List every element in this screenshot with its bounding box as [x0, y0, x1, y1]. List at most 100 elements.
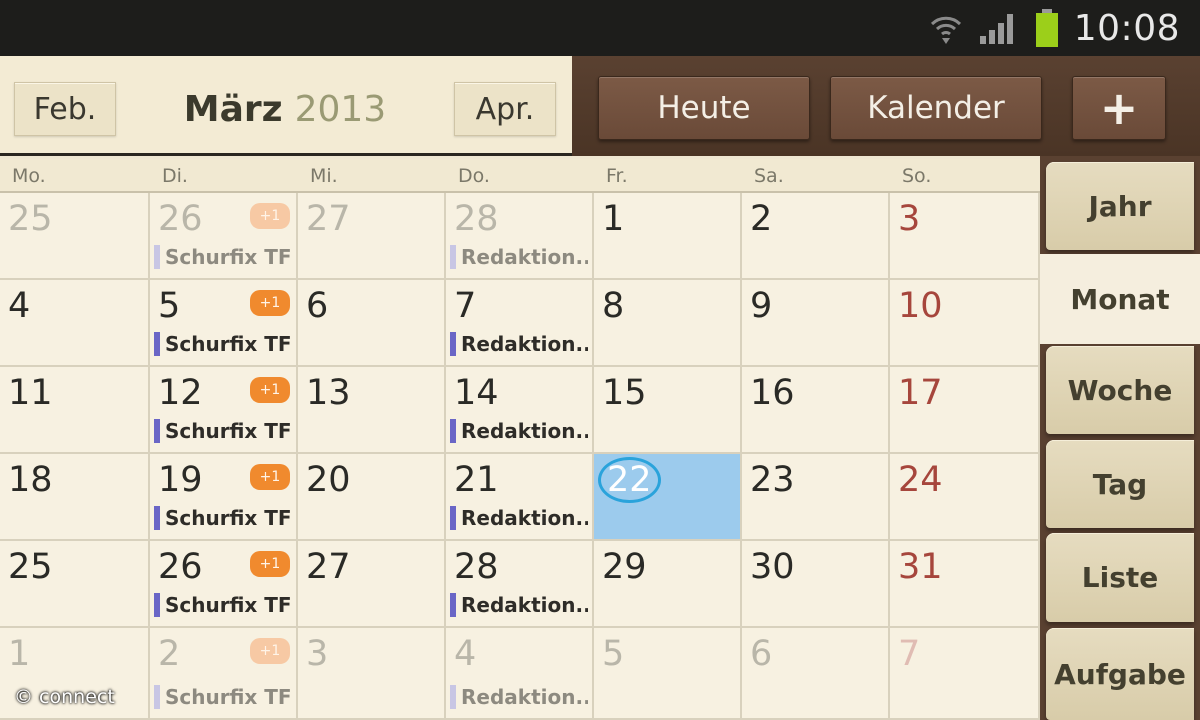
day-number: 7	[898, 634, 921, 674]
day-number: 18	[8, 460, 53, 500]
day-cell[interactable]: 20	[298, 454, 446, 541]
day-cell[interactable]: 10	[890, 280, 1040, 367]
event-item[interactable]: Schurfix TF	[154, 244, 292, 270]
day-number: 19	[158, 460, 203, 500]
event-title: Redaktion..	[461, 245, 588, 269]
day-cell[interactable]: 11	[0, 367, 150, 454]
day-number: 13	[306, 373, 351, 413]
day-cell[interactable]: 4	[0, 280, 150, 367]
day-cell[interactable]: 28 Redaktion..	[446, 541, 594, 628]
day-cell[interactable]: 17	[890, 367, 1040, 454]
day-cell[interactable]: 3	[890, 193, 1040, 280]
weekday-label: Mi.	[310, 165, 338, 187]
month-header: Feb. März 2013 Apr.	[0, 56, 572, 156]
more-events-badge[interactable]: +1	[250, 638, 290, 664]
more-events-badge[interactable]: +1	[250, 464, 290, 490]
weekday-label: Fr.	[606, 165, 628, 187]
calendar-button[interactable]: Kalender	[830, 76, 1042, 140]
day-cell[interactable]: 7 Redaktion..	[446, 280, 594, 367]
event-item[interactable]: Schurfix TF	[154, 331, 292, 357]
event-title: Schurfix TF	[165, 685, 292, 709]
day-number: 27	[306, 547, 351, 587]
event-title: Redaktion..	[461, 506, 588, 530]
event-item[interactable]: Schurfix TF	[154, 684, 292, 710]
event-color-bar	[154, 593, 160, 617]
day-cell[interactable]: 5 +1 Schurfix TF	[150, 280, 298, 367]
day-number: 21	[454, 460, 499, 500]
view-tab-liste[interactable]: Liste	[1046, 533, 1194, 622]
next-month-button[interactable]: Apr.	[454, 82, 556, 136]
day-cell[interactable]: 15	[594, 367, 742, 454]
view-tab-tag[interactable]: Tag	[1046, 440, 1194, 528]
day-cell[interactable]: 12 +1 Schurfix TF	[150, 367, 298, 454]
event-item[interactable]: Schurfix TF	[154, 418, 292, 444]
event-item[interactable]: Redaktion..	[450, 592, 588, 618]
event-title: Schurfix TF	[165, 245, 292, 269]
more-events-badge[interactable]: +1	[250, 377, 290, 403]
weekday-header-row: Mo. Di. Mi. Do. Fr. Sa. So.	[0, 159, 1040, 193]
more-events-badge[interactable]: +1	[250, 551, 290, 577]
add-event-button[interactable]: +	[1072, 76, 1166, 140]
day-number: 20	[306, 460, 351, 500]
view-tab-jahr[interactable]: Jahr	[1046, 162, 1194, 250]
day-cell[interactable]: 18	[0, 454, 150, 541]
day-cell[interactable]: 25	[0, 541, 150, 628]
day-cell[interactable]: 29	[594, 541, 742, 628]
view-tab-aufgabe[interactable]: Aufgabe	[1046, 628, 1194, 720]
view-tab-woche[interactable]: Woche	[1046, 346, 1194, 434]
day-cell[interactable]: 31	[890, 541, 1040, 628]
day-cell[interactable]: 16	[742, 367, 890, 454]
day-cell[interactable]: 30	[742, 541, 890, 628]
day-cell[interactable]: 28 Redaktion..	[446, 193, 594, 280]
day-number: 22	[598, 457, 661, 503]
day-cell[interactable]: 21 Redaktion..	[446, 454, 594, 541]
event-color-bar	[154, 419, 160, 443]
day-number: 14	[454, 373, 499, 413]
day-cell[interactable]: 27	[298, 541, 446, 628]
day-number: 9	[750, 286, 773, 326]
event-item[interactable]: Redaktion..	[450, 684, 588, 710]
event-item[interactable]: Schurfix TF	[154, 592, 292, 618]
day-cell[interactable]: 7	[890, 628, 1040, 720]
day-number: 8	[602, 286, 625, 326]
day-cell[interactable]: 5	[594, 628, 742, 720]
event-item[interactable]: Redaktion..	[450, 505, 588, 531]
day-number: 26	[158, 547, 203, 587]
weekday-label: So.	[902, 165, 932, 187]
day-number: 17	[898, 373, 943, 413]
day-cell[interactable]: 23	[742, 454, 890, 541]
day-cell[interactable]: 8	[594, 280, 742, 367]
today-button[interactable]: Heute	[598, 76, 810, 140]
day-cell[interactable]: 3	[298, 628, 446, 720]
day-cell[interactable]: 6	[298, 280, 446, 367]
day-cell[interactable]: 4 Redaktion..	[446, 628, 594, 720]
event-color-bar	[450, 245, 456, 269]
more-events-badge[interactable]: +1	[250, 203, 290, 229]
day-cell[interactable]: 25	[0, 193, 150, 280]
day-cell[interactable]: 19 +1 Schurfix TF	[150, 454, 298, 541]
view-tab-monat[interactable]: Monat	[1040, 254, 1200, 344]
day-cell[interactable]: 1	[594, 193, 742, 280]
event-title: Redaktion..	[461, 685, 588, 709]
day-cell[interactable]: 2	[742, 193, 890, 280]
day-cell[interactable]: 26 +1 Schurfix TF	[150, 193, 298, 280]
day-cell[interactable]: 6	[742, 628, 890, 720]
calendar-grid: 25 26 +1 Schurfix TF 27 28 Redaktion.. 1 2 3 4 5 +1 S…	[0, 193, 1040, 720]
previous-month-button[interactable]: Feb.	[14, 82, 116, 136]
more-events-badge[interactable]: +1	[250, 290, 290, 316]
day-cell[interactable]: 24	[890, 454, 1040, 541]
day-cell[interactable]: 27	[298, 193, 446, 280]
event-item[interactable]: Schurfix TF	[154, 505, 292, 531]
day-cell[interactable]: 9	[742, 280, 890, 367]
day-cell[interactable]: 14 Redaktion..	[446, 367, 594, 454]
event-color-bar	[450, 332, 456, 356]
event-item[interactable]: Redaktion..	[450, 244, 588, 270]
day-cell[interactable]: 2 +1 Schurfix TF	[150, 628, 298, 720]
day-cell[interactable]: 26 +1 Schurfix TF	[150, 541, 298, 628]
event-item[interactable]: Redaktion..	[450, 418, 588, 444]
day-cell[interactable]: 13	[298, 367, 446, 454]
watermark: © connect	[14, 686, 115, 708]
weekday-label: Mo.	[12, 165, 46, 187]
day-cell-today[interactable]: 22	[594, 454, 742, 541]
event-item[interactable]: Redaktion..	[450, 331, 588, 357]
